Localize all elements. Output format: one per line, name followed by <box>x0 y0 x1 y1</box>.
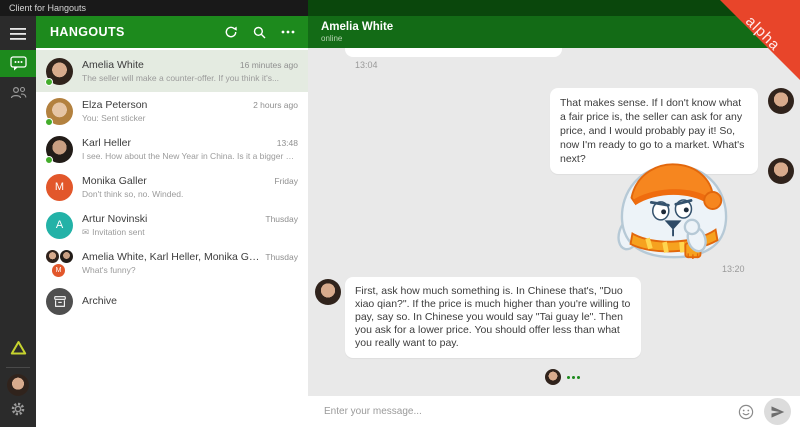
conversations-tab[interactable] <box>0 50 36 77</box>
conversation-list: Amelia White 16 minutes ago The seller wi… <box>36 48 308 427</box>
gear-icon <box>11 402 25 416</box>
online-status-dot <box>45 117 53 126</box>
clipped-message-bubble <box>345 48 562 57</box>
conversation-preview: Don't think so, no. Winded. <box>82 189 184 199</box>
smiley-icon <box>738 404 754 419</box>
typing-indicator <box>545 369 580 385</box>
avatar <box>315 279 341 305</box>
settings-button[interactable] <box>0 396 36 422</box>
conversation-name: Amelia White, Karl Heller, Monika Galler <box>82 251 260 263</box>
conversation-preview: What's funny? <box>82 265 136 275</box>
avatar <box>60 249 73 263</box>
archive-icon <box>46 287 73 315</box>
conversation-time: Thusday <box>265 213 298 224</box>
chat-bubble-icon <box>9 56 27 71</box>
message-composer <box>308 396 800 427</box>
feedback-button[interactable] <box>0 335 36 361</box>
conversation-elza-peterson[interactable]: Elza Peterson 2 hours ago You: Sent stick… <box>36 92 308 130</box>
chat-panel: Amelia White online 13:04 That makes sen… <box>308 16 800 427</box>
titlebar: Client for Hangouts <box>0 0 800 16</box>
message-input[interactable] <box>322 405 737 418</box>
avatar: M <box>46 173 73 201</box>
contacts-tab[interactable] <box>0 77 36 107</box>
send-button[interactable] <box>764 398 791 425</box>
chat-contact-name: Amelia White <box>321 21 394 33</box>
conversation-monika-galler[interactable]: M Monika Galler Friday Don't think so, no… <box>36 168 308 206</box>
conversation-preview: ✉ Invitation sent <box>82 226 145 237</box>
refresh-icon[interactable] <box>224 25 238 39</box>
avatar <box>45 97 73 126</box>
envelope-icon: ✉ <box>82 226 90 237</box>
conversation-name: Amelia White <box>82 59 144 71</box>
conversation-karl-heller[interactable]: Karl Heller 13:48 I see. How about the Ne… <box>36 130 308 168</box>
conversation-preview: The seller will make a counter-offer. If… <box>82 73 280 83</box>
avatar-initial: A <box>55 219 64 231</box>
search-icon[interactable] <box>253 26 266 39</box>
group-avatar: M <box>46 249 73 277</box>
conversation-time: 2 hours ago <box>253 100 298 110</box>
conversation-name: Artur Novinski <box>82 212 148 225</box>
avatar: M <box>52 263 65 277</box>
more-icon[interactable] <box>281 30 295 34</box>
online-status-dot <box>45 155 53 164</box>
client-for-hangouts-window: Client for Hangouts HANGOUTS Amelia Whit… <box>0 0 800 427</box>
conversation-time: Friday <box>274 176 298 186</box>
conversation-name: Karl Heller <box>82 137 132 149</box>
avatar <box>46 249 59 263</box>
conversation-time: 13:48 <box>276 138 298 148</box>
conversation-name: Elza Peterson <box>82 99 148 111</box>
archive-label: Archive <box>82 295 118 307</box>
message-history: 13:04 That makes sense. If I don't know … <box>308 48 800 396</box>
titlebar-green-strip <box>308 0 800 16</box>
navigation-rail <box>0 16 36 427</box>
avatar <box>45 135 73 164</box>
avatar: A <box>46 211 73 239</box>
rail-divider <box>6 367 30 368</box>
people-icon <box>10 86 26 98</box>
avatar <box>768 158 794 184</box>
conversation-preview: I see. How about the New Year in China. … <box>82 151 298 161</box>
conversations-panel: HANGOUTS Amelia White 16 minutes ago The… <box>36 16 308 427</box>
message-timestamp: 13:20 <box>722 264 745 274</box>
avatar <box>45 57 73 86</box>
chat-header: Amelia White online <box>308 16 800 48</box>
conversation-name: Monika Galler <box>82 175 147 187</box>
avatar <box>545 369 561 385</box>
message-timestamp: 13:04 <box>355 60 378 70</box>
message-bubble: First, ask how much something is. In Chi… <box>345 277 641 358</box>
window-title: Client for Hangouts <box>0 0 308 16</box>
panel-title: HANGOUTS <box>50 25 125 39</box>
online-status-dot <box>45 77 53 86</box>
conversation-preview: You: Sent sticker <box>82 113 146 123</box>
typing-dots <box>565 375 580 379</box>
hamburger-menu-icon[interactable] <box>0 22 36 46</box>
account-avatar[interactable] <box>7 374 29 396</box>
emoji-button[interactable] <box>737 403 755 421</box>
chat-contact-status: online <box>321 34 343 43</box>
conversation-time: 16 minutes ago <box>239 60 298 70</box>
archive-item[interactable]: Archive <box>36 282 308 320</box>
panel-header: HANGOUTS <box>36 16 308 48</box>
send-icon <box>771 405 785 418</box>
avatar-initial: M <box>54 181 65 193</box>
feedback-triangle-icon <box>10 341 26 355</box>
conversation-time: Thusday <box>265 252 298 262</box>
sticker-polar-bear-thinking <box>598 158 750 265</box>
conversation-group[interactable]: M Amelia White, Karl Heller, Monika Gall… <box>36 244 308 282</box>
conversation-artur-novinski[interactable]: A Artur Novinski Thusday ✉ Invitation sent <box>36 206 308 244</box>
conversation-amelia-white[interactable]: Amelia White 16 minutes ago The seller wi… <box>36 50 308 92</box>
avatar <box>768 88 794 114</box>
